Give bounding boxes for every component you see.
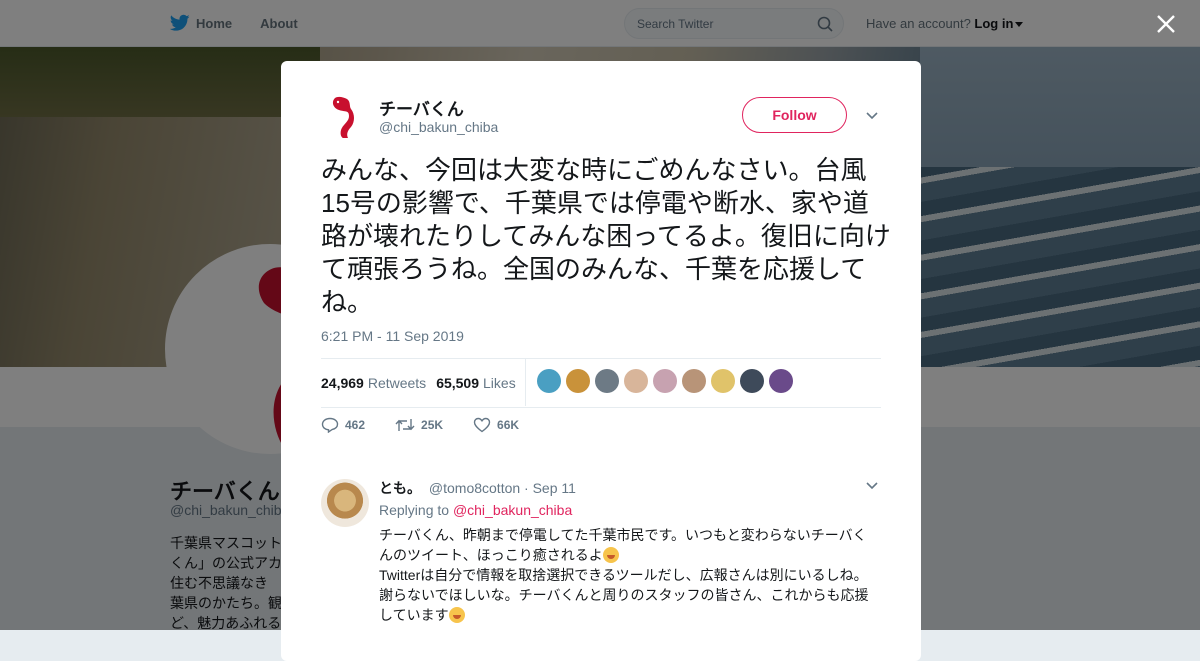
- reply-author-handle[interactable]: @tomo8cotton: [429, 480, 520, 496]
- liker-avatar[interactable]: [711, 369, 735, 393]
- liker-avatar[interactable]: [624, 369, 648, 393]
- reply-text: チーバくん、昨朝まで停電してた千葉市民です。いつもと変わらないチーバく んのツイ…: [379, 525, 879, 625]
- retweet-action[interactable]: 25K: [395, 417, 443, 433]
- liker-avatar[interactable]: [653, 369, 677, 393]
- likes-count[interactable]: 65,509: [436, 375, 479, 391]
- chevron-down-icon[interactable]: [866, 482, 878, 490]
- reply-line: チーバくん、昨朝まで停電してた千葉市民です。いつもと変わらないチーバく: [379, 527, 867, 543]
- like-action[interactable]: 66K: [473, 417, 519, 433]
- tweet-actions: 462 25K 66K: [321, 417, 549, 433]
- tweet-text: みんな、今回は大変な時にごめんなさい。台風15号の影響で、千葉県では停電や断水、…: [321, 155, 891, 317]
- retweet-count: 25K: [421, 418, 444, 432]
- reply-line: しています: [379, 607, 449, 623]
- liker-avatar[interactable]: [566, 369, 590, 393]
- replying-to-link[interactable]: @chi_bakun_chiba: [453, 502, 572, 518]
- replying-prefix: Replying to: [379, 502, 450, 518]
- liker-avatar[interactable]: [740, 369, 764, 393]
- liker-avatar[interactable]: [537, 369, 561, 393]
- retweets-count[interactable]: 24,969: [321, 375, 364, 391]
- reply-author-name[interactable]: とも。: [379, 480, 421, 496]
- author-name[interactable]: チーバくん: [379, 95, 464, 120]
- reply-line: Twitterは自分で情報を取捨選択できるツールだし、広報さんは別にいるしね。: [379, 567, 868, 583]
- close-icon[interactable]: [1156, 14, 1176, 34]
- smiling-face-emoji-icon: [602, 547, 619, 563]
- liker-avatars: [537, 369, 798, 393]
- reply-avatar[interactable]: [321, 479, 369, 527]
- reply-icon: [321, 417, 339, 433]
- reply-count: 462: [345, 418, 366, 432]
- likes-label[interactable]: Likes: [483, 375, 516, 391]
- smiling-face-emoji-icon: [448, 607, 465, 623]
- reply-header: とも。 @tomo8cotton · Sep 11: [379, 478, 576, 498]
- stats-counts: 24,969 Retweets 65,509 Likes: [321, 359, 526, 406]
- liker-avatar[interactable]: [682, 369, 706, 393]
- reply-date[interactable]: · Sep 11: [524, 480, 576, 496]
- follow-button[interactable]: Follow: [742, 97, 847, 133]
- like-count: 66K: [497, 418, 520, 432]
- liker-avatar[interactable]: [769, 369, 793, 393]
- replying-to: Replying to @chi_bakun_chiba: [379, 502, 572, 518]
- reply-line-with-emoji: しています: [379, 605, 879, 625]
- reply-action[interactable]: 462: [321, 417, 365, 433]
- heart-icon: [473, 417, 491, 433]
- tweet-modal: チーバくん @chi_bakun_chiba Follow みんな、今回は大変な…: [281, 61, 921, 661]
- author-handle[interactable]: @chi_bakun_chiba: [379, 119, 498, 135]
- author-avatar[interactable]: [321, 94, 365, 138]
- liker-avatar[interactable]: [595, 369, 619, 393]
- chevron-down-icon[interactable]: [866, 112, 878, 120]
- retweet-icon: [395, 419, 415, 431]
- tweet-timestamp[interactable]: 6:21 PM - 11 Sep 2019: [321, 328, 464, 344]
- reply-line: んのツイート、ほっこり癒されるよ: [379, 547, 603, 563]
- reply-line-with-emoji: んのツイート、ほっこり癒されるよ: [379, 545, 879, 565]
- tweet-stats: 24,969 Retweets 65,509 Likes: [321, 358, 881, 408]
- reply-line: 謝らないでほしいな。チーバくんと周りのスタッフの皆さん、これからも応援: [379, 587, 869, 603]
- retweets-label[interactable]: Retweets: [368, 375, 426, 391]
